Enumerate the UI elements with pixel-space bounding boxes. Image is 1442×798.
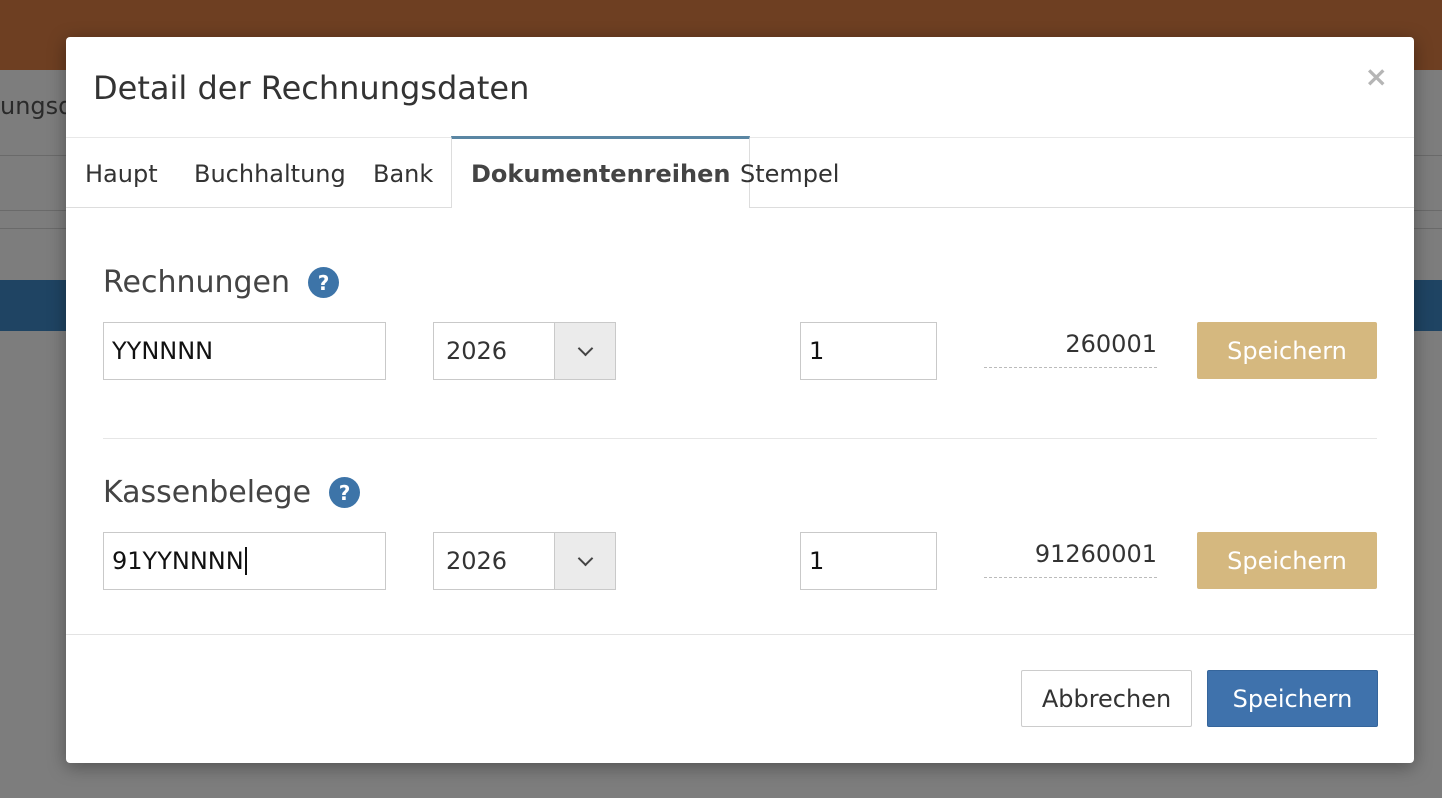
cancel-button[interactable]: Abbrechen — [1021, 670, 1192, 727]
help-icon[interactable]: ? — [308, 267, 340, 298]
section-divider — [103, 438, 1377, 439]
receipt-year-value: 2026 — [446, 547, 508, 575]
invoice-preview-value: 260001 — [1065, 330, 1157, 358]
tab-bar: Haupt Buchhaltung Bank Dokumentenreihen … — [66, 136, 1414, 209]
section-title-label: Rechnungen — [103, 265, 291, 300]
background-page-title: ungsda — [0, 92, 66, 120]
chevron-down-icon — [577, 340, 593, 356]
invoice-settings-dialog: Detail der Rechnungsdaten × Haupt Buchha… — [66, 37, 1414, 763]
save-invoice-series-button[interactable]: Speichern — [1197, 322, 1377, 379]
save-receipt-series-button[interactable]: Speichern — [1197, 532, 1377, 589]
receipt-number-preview: 91260001 — [984, 531, 1157, 578]
dialog-footer: Abbrechen Speichern — [66, 634, 1414, 763]
receipt-year-select[interactable]: 2026 — [433, 532, 616, 590]
receipt-preview-value: 91260001 — [1034, 540, 1157, 568]
help-icon[interactable]: ? — [329, 477, 361, 508]
tab-dokumentenreihen[interactable]: Dokumentenreihen — [451, 136, 751, 208]
invoice-number-preview: 260001 — [984, 321, 1157, 368]
receipt-counter-value: 1 — [809, 547, 825, 575]
invoice-counter-value: 1 — [809, 337, 825, 365]
save-button[interactable]: Speichern — [1207, 670, 1378, 727]
invoice-counter-input[interactable]: 1 — [800, 322, 937, 380]
dropdown-toggle[interactable] — [554, 533, 615, 589]
tab-haupt[interactable]: Haupt — [66, 138, 177, 209]
invoice-year-value: 2026 — [446, 337, 508, 365]
receipt-format-value: 91YYNNNN — [112, 547, 244, 575]
dialog-header: Detail der Rechnungsdaten × — [66, 37, 1414, 137]
chevron-down-icon — [577, 550, 593, 566]
close-icon[interactable]: × — [1365, 63, 1388, 91]
invoice-format-input[interactable]: YYNNNN — [103, 322, 386, 380]
section-title-receipts: Kassenbelege ? — [103, 475, 361, 510]
receipt-format-input[interactable]: 91YYNNNN — [103, 532, 386, 590]
tab-bank[interactable]: Bank — [354, 138, 452, 209]
invoice-year-select[interactable]: 2026 — [433, 322, 616, 380]
tab-stempel[interactable]: Stempel — [721, 138, 858, 209]
dialog-title: Detail der Rechnungsdaten — [93, 69, 530, 107]
section-title-invoices: Rechnungen ? — [103, 265, 340, 300]
text-cursor — [244, 547, 247, 575]
invoice-format-value: YYNNNN — [112, 337, 214, 365]
dropdown-toggle[interactable] — [554, 323, 615, 379]
tab-buchhaltung[interactable]: Buchhaltung — [175, 138, 365, 209]
receipt-counter-input[interactable]: 1 — [800, 532, 937, 590]
section-title-label: Kassenbelege — [103, 475, 312, 510]
